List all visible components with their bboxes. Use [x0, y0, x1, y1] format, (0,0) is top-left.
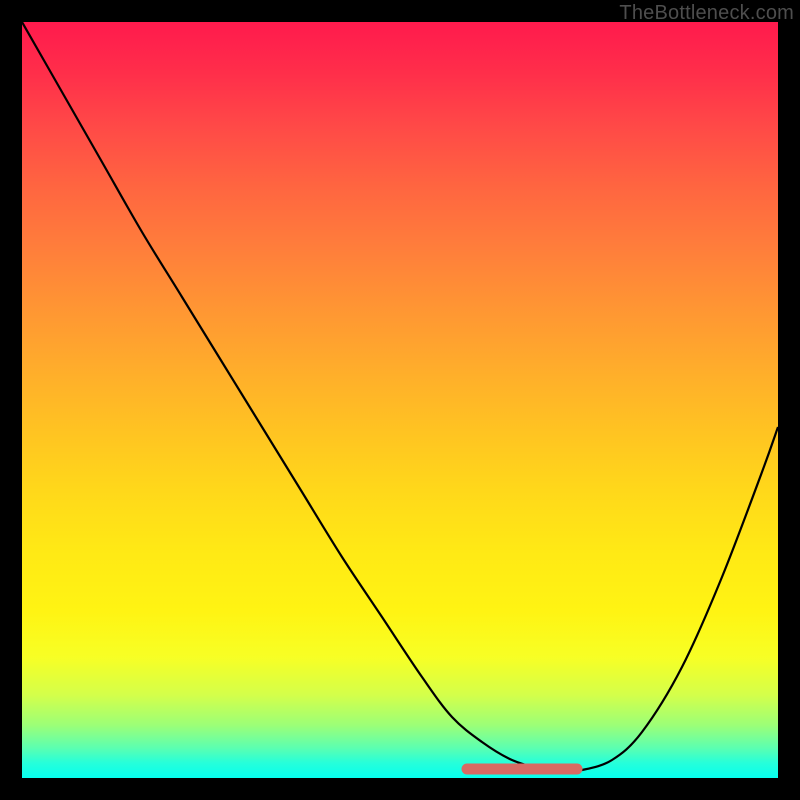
bottleneck-curve [22, 22, 778, 771]
gradient-plot-area [22, 22, 778, 778]
curve-svg [22, 22, 778, 778]
watermark-text: TheBottleneck.com [619, 2, 794, 25]
chart-frame: TheBottleneck.com [0, 0, 800, 800]
